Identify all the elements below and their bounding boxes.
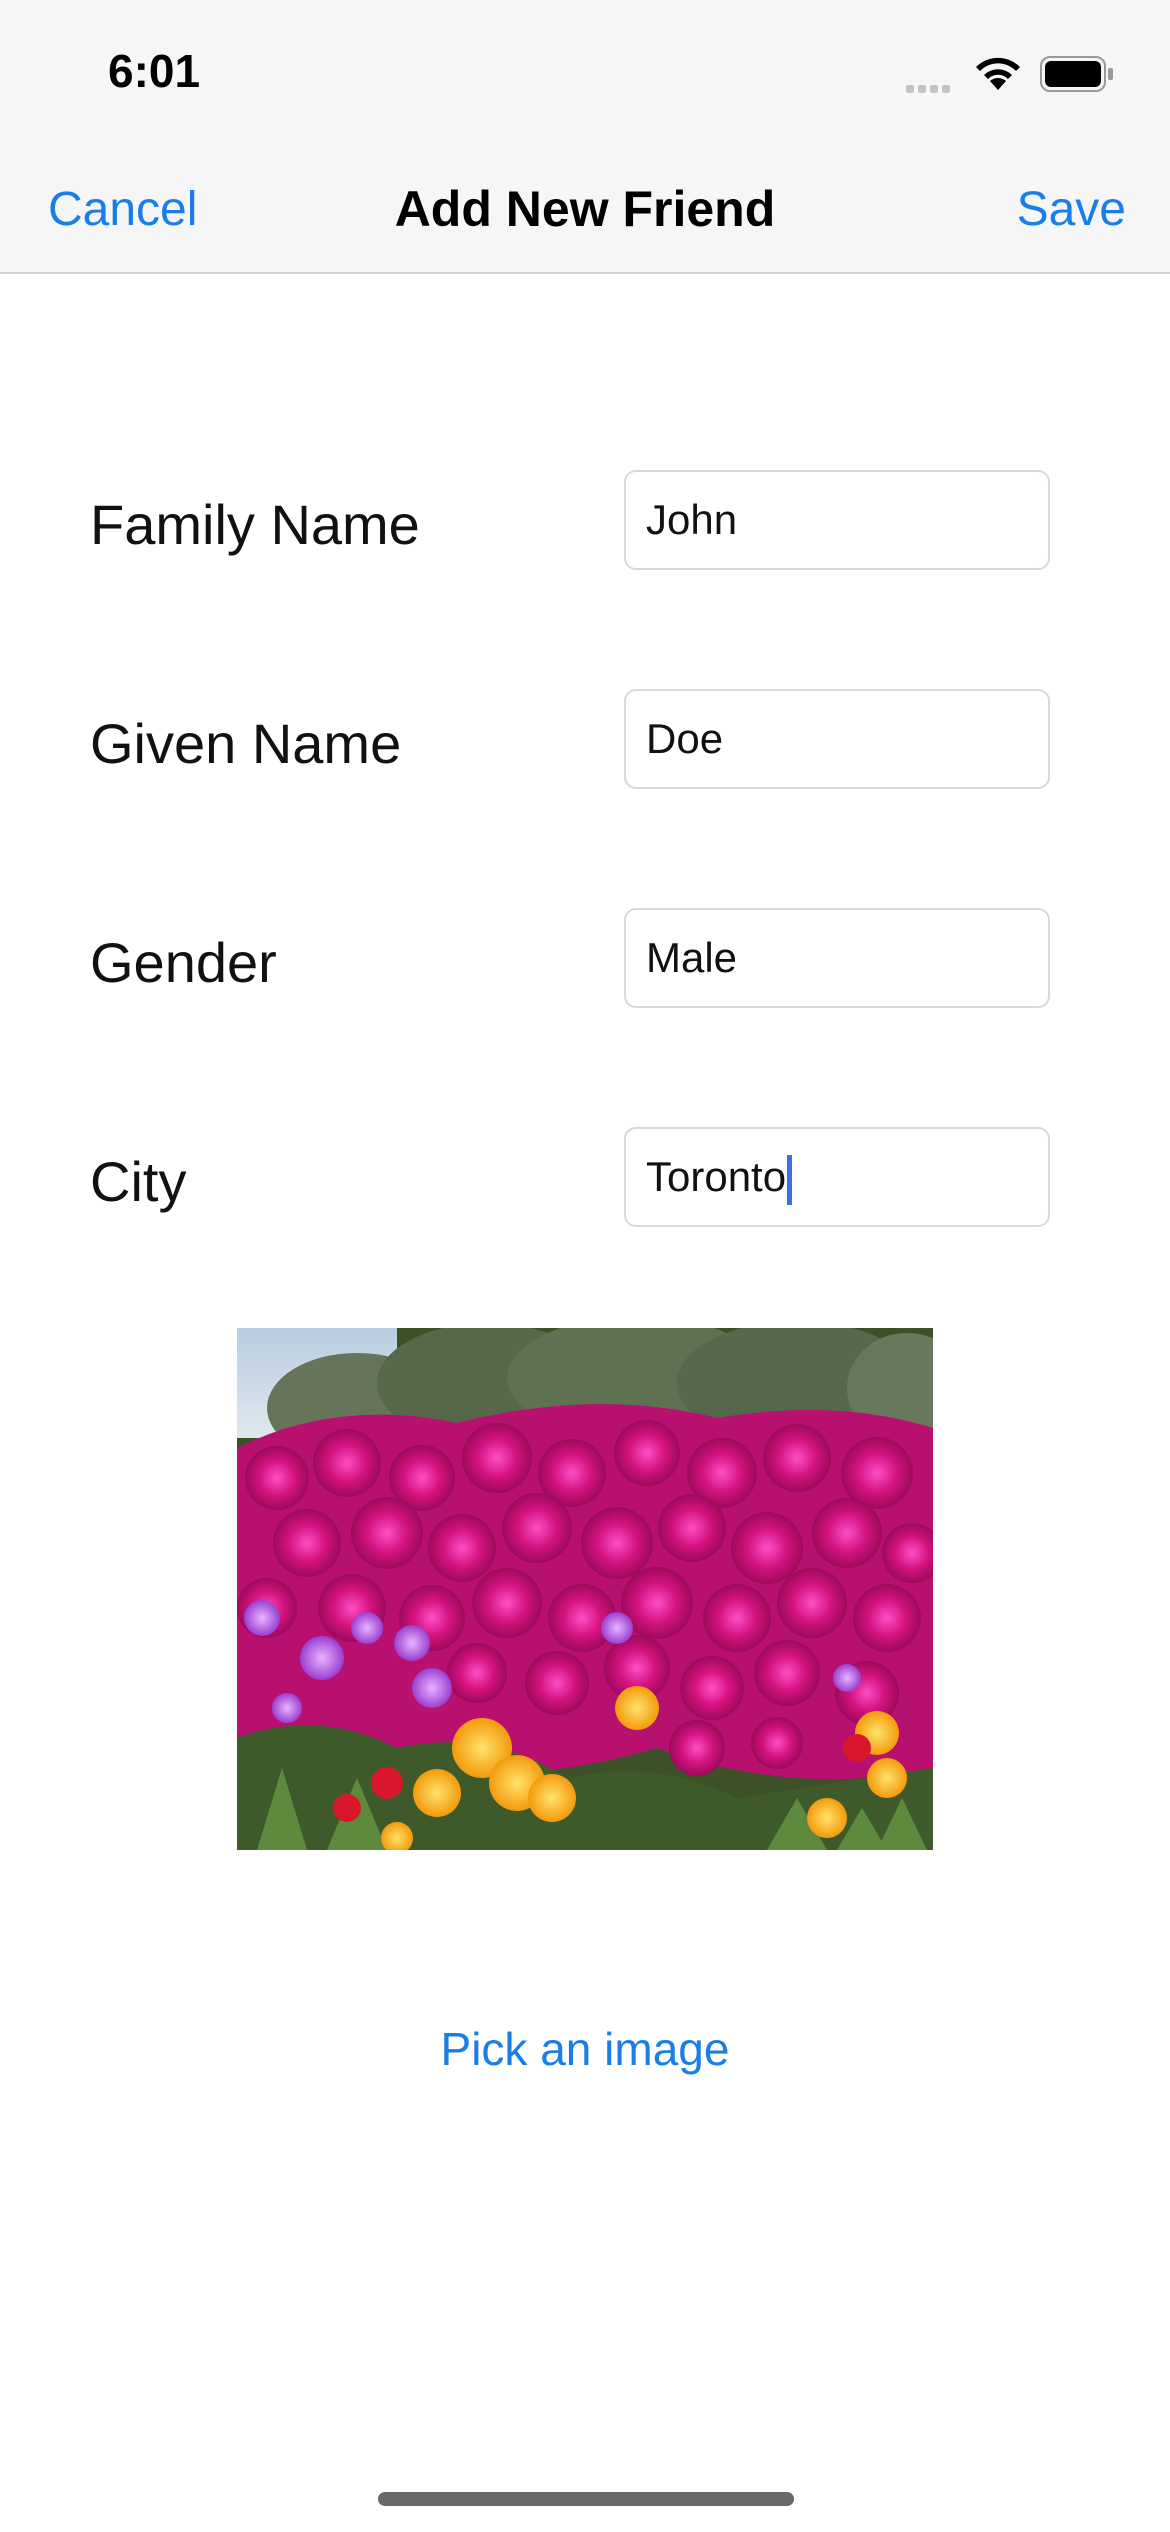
family-name-label: Family Name <box>90 493 420 556</box>
gender-row: Gender Male <box>0 908 1170 1012</box>
page-title: Add New Friend <box>394 181 776 237</box>
gender-value: Male <box>646 934 738 981</box>
given-name-row: Given Name Doe <box>0 689 1170 793</box>
given-name-label: Given Name <box>90 712 402 775</box>
gender-field[interactable]: Male <box>624 908 1050 1008</box>
status-time: 6:01 <box>108 45 201 97</box>
given-name-value: Doe <box>646 715 724 762</box>
city-value: Toronto <box>646 1153 787 1200</box>
city-label: City <box>90 1150 187 1213</box>
family-name-value: John <box>646 496 738 543</box>
battery-icon <box>1040 56 1114 97</box>
city-field[interactable]: Toronto <box>624 1127 1050 1227</box>
navigation-bar: Cancel Add New Friend Save <box>0 130 1170 274</box>
family-name-field[interactable]: John <box>624 470 1050 570</box>
friend-photo <box>237 1328 933 1850</box>
home-indicator[interactable] <box>378 2492 794 2506</box>
cellular-signal-icon <box>906 80 954 98</box>
pick-image-button[interactable]: Pick an image <box>0 2022 1170 2076</box>
status-bar: 6:01 <box>0 0 1170 130</box>
gender-label: Gender <box>90 931 277 994</box>
given-name-field[interactable]: Doe <box>624 689 1050 789</box>
family-name-row: Family Name John <box>0 470 1170 574</box>
text-caret <box>787 1154 793 1205</box>
wifi-icon <box>972 52 1024 97</box>
save-button[interactable]: Save <box>1017 182 1126 237</box>
city-row: City Toronto <box>0 1127 1170 1231</box>
